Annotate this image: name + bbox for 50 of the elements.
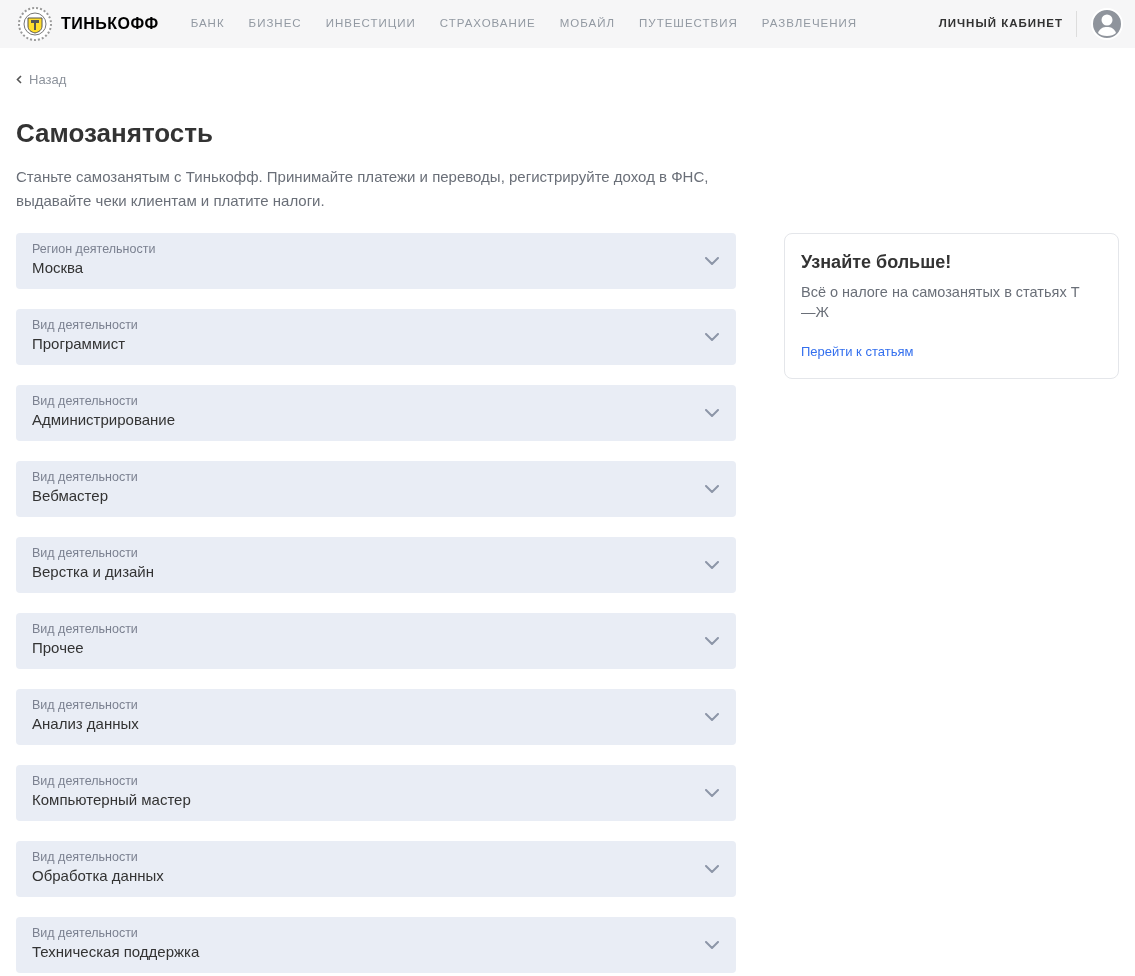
field-value: Техническая поддержка xyxy=(32,942,201,962)
chevron-left-icon xyxy=(16,75,22,85)
field-label: Вид деятельности xyxy=(32,926,139,941)
chevron-down-icon xyxy=(705,712,719,721)
field-label: Вид деятельности xyxy=(32,622,139,637)
page-title: Самозанятость xyxy=(16,116,214,149)
chevron-down-icon xyxy=(705,788,719,797)
field-value: Верстка и дизайн xyxy=(32,562,156,582)
field-label: Вид деятельности xyxy=(32,546,139,561)
field-value: Обработка данных xyxy=(32,866,165,886)
chevron-down-icon xyxy=(705,864,719,873)
select-field[interactable]: Регион деятельности Москва xyxy=(16,232,736,289)
field-label: Вид деятельности xyxy=(32,698,139,713)
chevron-down-icon xyxy=(705,560,719,569)
field-value: Анализ данных xyxy=(32,714,140,734)
field-value: Прочее xyxy=(32,638,85,658)
page-description: Станьте самозанятым с Тинькофф. Принимайте платежи и переводы, регистрируйте доход в ФНС, выдавайте чеки клиентам и платите налоги. xyxy=(16,166,710,211)
card-text: Всё о налоге на самозанятых в статьях Т—Ж xyxy=(801,282,1081,322)
card-title: Узнайте больше! xyxy=(801,250,953,273)
field-label: Вид деятельности xyxy=(32,774,139,789)
chevron-down-icon xyxy=(705,636,719,645)
select-field[interactable]: Вид деятельности Обработка данных xyxy=(16,840,736,897)
field-label: Вид деятельности xyxy=(32,394,139,409)
chevron-down-icon xyxy=(705,408,719,417)
select-field[interactable]: Вид деятельности Анализ данных xyxy=(16,688,736,745)
select-field[interactable]: Вид деятельности Компьютерный мастер xyxy=(16,764,736,821)
select-field[interactable]: Вид деятельности Техническая поддержка xyxy=(16,916,736,973)
field-label: Вид деятельности xyxy=(32,850,139,865)
select-field[interactable]: Вид деятельности Прочее xyxy=(16,612,736,669)
chevron-down-icon xyxy=(705,332,719,341)
field-label: Вид деятельности xyxy=(32,318,139,333)
logo-text[interactable]: ТИНЬКОФФ xyxy=(61,12,159,36)
field-value: Программист xyxy=(32,334,126,354)
field-label: Вид деятельности xyxy=(32,470,139,485)
avatar-icon[interactable] xyxy=(1091,8,1123,40)
chevron-down-icon xyxy=(705,256,719,265)
select-field[interactable]: Вид деятельности Верстка и дизайн xyxy=(16,536,736,593)
chevron-down-icon xyxy=(705,484,719,493)
select-field[interactable]: Вид деятельности Вебмастер xyxy=(16,460,736,517)
field-value: Москва xyxy=(32,258,85,278)
chevron-down-icon xyxy=(705,940,719,949)
field-value: Вебмастер xyxy=(32,486,109,506)
select-field[interactable]: Вид деятельности Программист xyxy=(16,308,736,365)
articles-link[interactable]: Перейти к статьям xyxy=(801,341,914,361)
field-value: Администрирование xyxy=(32,410,177,430)
account-link[interactable]: ЛИЧНЫЙ КАБИНЕТ xyxy=(938,15,1076,33)
field-value: Компьютерный мастер xyxy=(32,790,192,810)
select-field[interactable]: Вид деятельности Администрирование xyxy=(16,384,736,441)
field-label: Регион деятельности xyxy=(32,242,157,257)
logo-emblem-icon xyxy=(17,6,53,42)
